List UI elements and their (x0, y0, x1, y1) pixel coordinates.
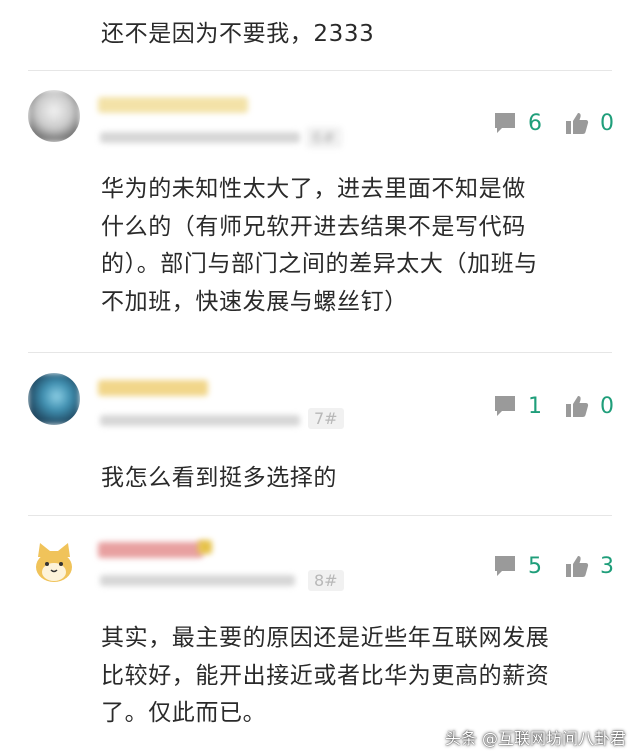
thumbs-up-icon[interactable] (564, 393, 590, 419)
cat-icon (36, 543, 72, 582)
comment-bubble-icon[interactable] (492, 393, 518, 419)
comment-meta (100, 415, 300, 426)
comment-line: 还不是因为不要我，2333 (101, 21, 375, 47)
comment-line: 什么的（有师兄软开进去结果不是写代码 (101, 213, 526, 240)
divider (28, 515, 612, 516)
comment-text: 华为的未知性太大了，进去里面不知是做 什么的（有师兄软开进去结果不是写代码 的）… (101, 171, 538, 321)
username[interactable] (98, 380, 208, 396)
comment-text: 还不是因为不要我，2333 (101, 16, 374, 54)
thumbs-up-icon[interactable] (564, 553, 590, 579)
comment-stats: 5 3 (492, 553, 616, 579)
comment-line: 的）。部门与部门之间的差异太大（加班与 (101, 251, 538, 277)
comment-meta (100, 575, 295, 586)
comment-bubble-icon[interactable] (492, 553, 518, 579)
watermark: 头条 @互联网坊间八卦君 (444, 729, 626, 748)
like-count: 3 (600, 553, 614, 579)
comment-line: 我怎么看到挺多选择的 (101, 465, 337, 491)
floor-number: 6# (306, 127, 342, 148)
floor-number: 8# (308, 570, 344, 591)
reply-count: 5 (528, 553, 542, 579)
comment-bubble-icon[interactable] (492, 110, 518, 136)
comment-text: 其实，最主要的原因还是近些年互联网发展 比较好，能开出接近或者比华为更高的薪资 … (101, 620, 549, 733)
avatar[interactable] (28, 90, 80, 142)
username[interactable] (98, 542, 203, 558)
comment-line: 华为的未知性太大了，进去里面不知是做 (101, 176, 526, 202)
like-count: 0 (600, 110, 614, 136)
comment-stats: 1 0 (492, 393, 616, 419)
comment-line: 比较好，能开出接近或者比华为更高的薪资 (101, 662, 550, 689)
divider (28, 352, 612, 353)
username[interactable] (98, 97, 248, 113)
divider (28, 70, 612, 71)
comment-meta (100, 132, 300, 143)
reply-count: 1 (528, 393, 542, 419)
reply-count: 6 (528, 110, 542, 136)
thumbs-up-icon[interactable] (564, 110, 590, 136)
floor-number: 7# (308, 408, 344, 429)
comment-line: 其实，最主要的原因还是近些年互联网发展 (101, 625, 550, 651)
vip-badge-icon (198, 540, 212, 554)
like-count: 0 (600, 393, 614, 419)
comment-stats: 6 0 (492, 110, 616, 136)
avatar[interactable] (28, 373, 80, 425)
comment-text: 我怎么看到挺多选择的 (101, 460, 337, 498)
comment-line: 不加班，快速发展与螺丝钉） (101, 288, 408, 315)
avatar[interactable] (28, 535, 80, 587)
